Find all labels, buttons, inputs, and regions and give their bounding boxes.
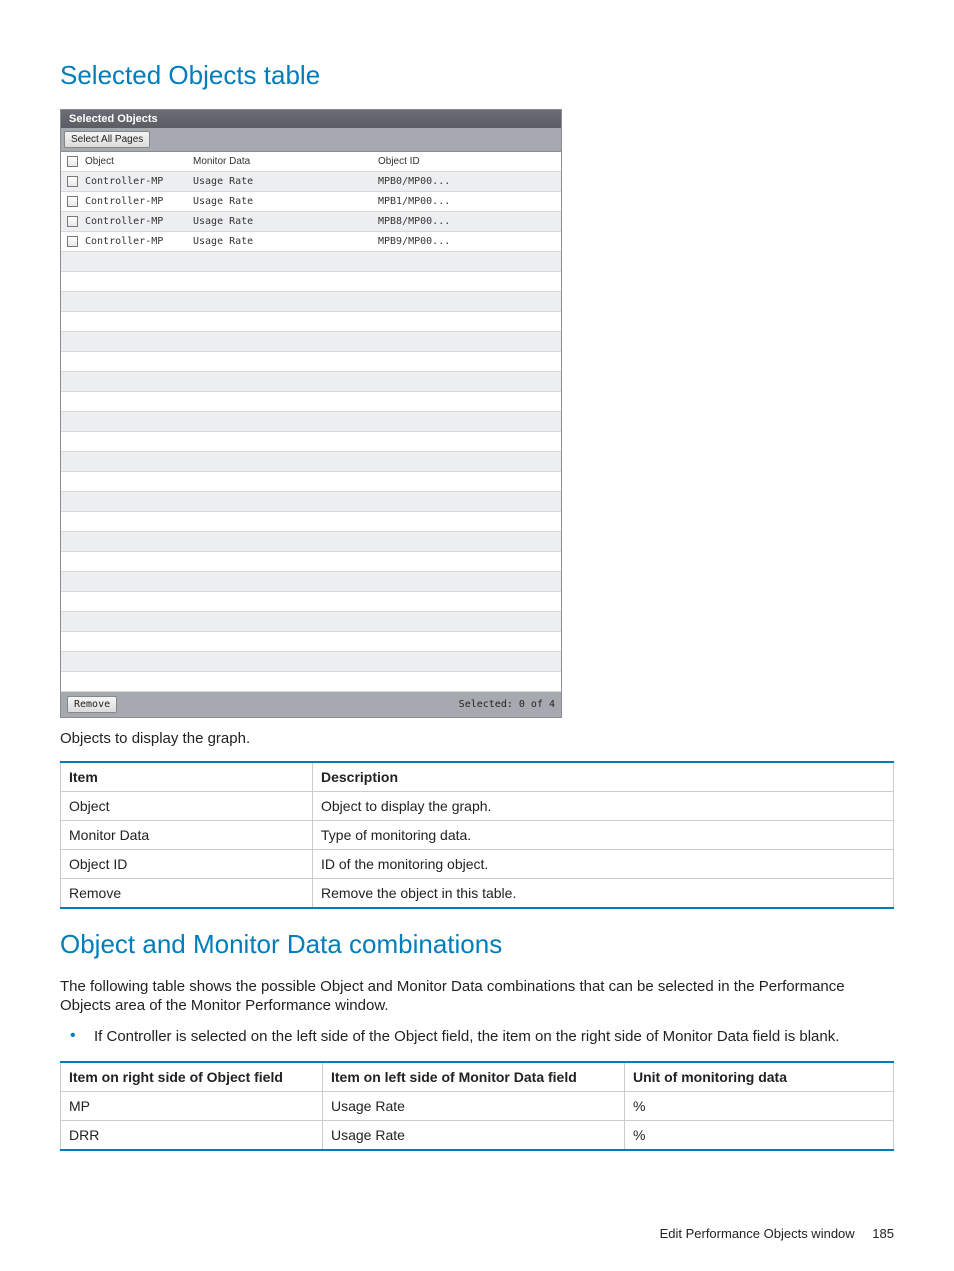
desc-th-description: Description xyxy=(313,762,894,792)
grid-empty-row xyxy=(61,272,561,292)
grid-empty-row xyxy=(61,332,561,352)
cell-object-item: MP xyxy=(61,1091,323,1120)
grid-data-row: Controller-MPUsage RateMPB9/MP00... xyxy=(61,232,561,252)
cell-item: Remove xyxy=(61,878,313,908)
col-header-monitor-data: Monitor Data xyxy=(193,156,378,167)
grid-data-row: Controller-MPUsage RateMPB8/MP00... xyxy=(61,212,561,232)
grid-empty-row xyxy=(61,512,561,532)
cell-item: Object xyxy=(61,791,313,820)
grid-empty-row xyxy=(61,352,561,372)
col-header-object: Object xyxy=(83,156,193,167)
table-row: Monitor DataType of monitoring data. xyxy=(61,820,894,849)
footer-title: Edit Performance Objects window xyxy=(660,1226,855,1241)
cell-monitor-data: Usage Rate xyxy=(193,216,378,227)
table-row: Object IDID of the monitoring object. xyxy=(61,849,894,878)
grid-empty-row xyxy=(61,532,561,552)
cell-object: Controller-MP xyxy=(83,236,193,247)
cell-monitor-item: Usage Rate xyxy=(323,1120,625,1150)
row-checkbox[interactable] xyxy=(67,196,78,207)
grid-header-row: Object Monitor Data Object ID xyxy=(61,152,561,172)
panel-toolbar: Select All Pages xyxy=(61,128,561,151)
cell-object-item: DRR xyxy=(61,1120,323,1150)
list-item: If Controller is selected on the left si… xyxy=(60,1027,894,1047)
cell-object: Controller-MP xyxy=(83,216,193,227)
cell-monitor-data: Usage Rate xyxy=(193,196,378,207)
cell-object: Controller-MP xyxy=(83,196,193,207)
grid-empty-row xyxy=(61,392,561,412)
panel-footer: Remove Selected: 0 of 4 xyxy=(61,692,561,717)
row-checkbox[interactable] xyxy=(67,176,78,187)
header-checkbox[interactable] xyxy=(67,156,78,167)
grid-empty-row xyxy=(61,492,561,512)
grid-empty-row xyxy=(61,432,561,452)
grid-empty-row xyxy=(61,672,561,692)
grid-data-row: Controller-MPUsage RateMPB1/MP00... xyxy=(61,192,561,212)
description-table: Item Description ObjectObject to display… xyxy=(60,761,894,909)
combinations-intro: The following table shows the possible O… xyxy=(60,978,894,1016)
grid-empty-row xyxy=(61,412,561,432)
cell-unit: % xyxy=(625,1091,894,1120)
grid-empty-row xyxy=(61,652,561,672)
cell-object-id: MPB8/MP00... xyxy=(378,216,478,227)
cell-object-id: MPB9/MP00... xyxy=(378,236,478,247)
grid-empty-row xyxy=(61,612,561,632)
intro-text: Objects to display the graph. xyxy=(60,730,894,749)
panel-grid: Object Monitor Data Object ID Controller… xyxy=(61,151,561,692)
grid-empty-row xyxy=(61,372,561,392)
grid-empty-row xyxy=(61,632,561,652)
cell-monitor-data: Usage Rate xyxy=(193,236,378,247)
cell-item: Monitor Data xyxy=(61,820,313,849)
selection-status: Selected: 0 of 4 xyxy=(459,699,555,710)
comb-th-1: Item on right side of Object field xyxy=(61,1062,323,1092)
desc-th-item: Item xyxy=(61,762,313,792)
grid-empty-row xyxy=(61,592,561,612)
remove-button[interactable]: Remove xyxy=(67,696,117,713)
col-header-object-id: Object ID xyxy=(378,156,478,167)
combinations-table: Item on right side of Object field Item … xyxy=(60,1061,894,1151)
cell-object-id: MPB0/MP00... xyxy=(378,176,478,187)
cell-description: ID of the monitoring object. xyxy=(313,849,894,878)
grid-empty-row xyxy=(61,472,561,492)
page-footer: Edit Performance Objects window 185 xyxy=(660,1226,894,1241)
select-all-pages-button[interactable]: Select All Pages xyxy=(64,131,150,148)
selected-objects-panel: Selected Objects Select All Pages Object… xyxy=(60,109,562,718)
cell-monitor-item: Usage Rate xyxy=(323,1091,625,1120)
table-row: MPUsage Rate% xyxy=(61,1091,894,1120)
grid-empty-row xyxy=(61,292,561,312)
cell-object: Controller-MP xyxy=(83,176,193,187)
grid-empty-row xyxy=(61,552,561,572)
table-row: RemoveRemove the object in this table. xyxy=(61,878,894,908)
heading-combinations: Object and Monitor Data combinations xyxy=(60,929,894,960)
grid-empty-row xyxy=(61,452,561,472)
cell-unit: % xyxy=(625,1120,894,1150)
bullet-list: If Controller is selected on the left si… xyxy=(60,1027,894,1047)
cell-object-id: MPB1/MP00... xyxy=(378,196,478,207)
grid-data-row: Controller-MPUsage RateMPB0/MP00... xyxy=(61,172,561,192)
heading-selected-objects-table: Selected Objects table xyxy=(60,60,894,91)
table-row: DRRUsage Rate% xyxy=(61,1120,894,1150)
comb-th-2: Item on left side of Monitor Data field xyxy=(323,1062,625,1092)
panel-title: Selected Objects xyxy=(61,110,561,128)
row-checkbox[interactable] xyxy=(67,216,78,227)
comb-th-3: Unit of monitoring data xyxy=(625,1062,894,1092)
grid-empty-row xyxy=(61,312,561,332)
cell-description: Remove the object in this table. xyxy=(313,878,894,908)
footer-page-number: 185 xyxy=(872,1226,894,1241)
row-checkbox[interactable] xyxy=(67,236,78,247)
cell-item: Object ID xyxy=(61,849,313,878)
cell-description: Object to display the graph. xyxy=(313,791,894,820)
table-row: ObjectObject to display the graph. xyxy=(61,791,894,820)
grid-empty-row xyxy=(61,572,561,592)
grid-empty-row xyxy=(61,252,561,272)
cell-monitor-data: Usage Rate xyxy=(193,176,378,187)
cell-description: Type of monitoring data. xyxy=(313,820,894,849)
